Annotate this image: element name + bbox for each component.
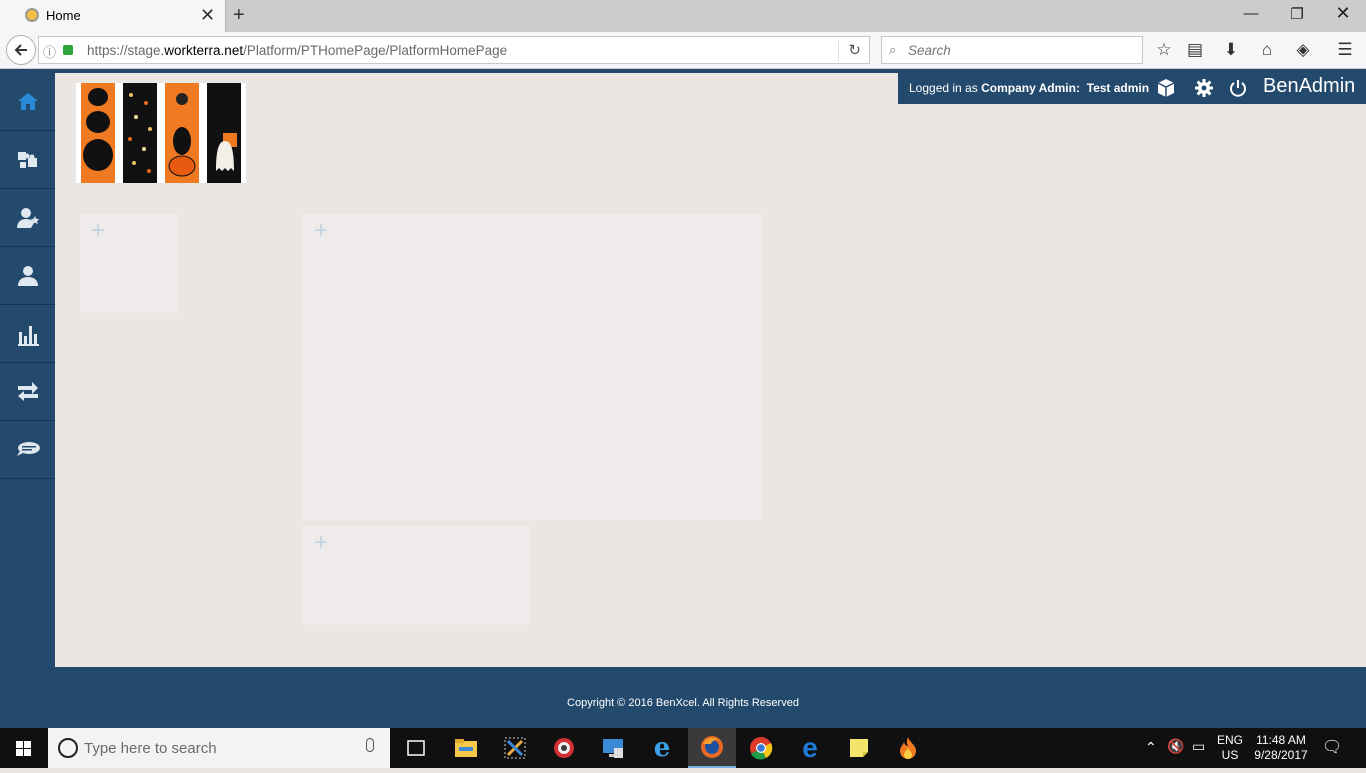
user-icon (17, 265, 38, 286)
add-widget-icon[interactable]: + (314, 530, 328, 556)
sidebar-item-admin-users[interactable] (0, 189, 55, 247)
windows-logo-icon (16, 741, 31, 756)
app-footer: Copyright © 2016 BenXcel. All Rights Res… (0, 667, 1366, 728)
package-icon[interactable] (1155, 77, 1177, 99)
file-explorer-icon[interactable] (442, 728, 490, 768)
browser-tab-strip: Home ✕ + — ❐ ✕ (0, 0, 1366, 32)
add-widget-icon[interactable]: + (314, 218, 328, 244)
start-button[interactable] (0, 728, 48, 768)
address-bar[interactable]: ⓘ https://stage.workterra.net/Platform/P… (38, 36, 870, 64)
tools-app-icon[interactable] (491, 728, 539, 768)
sidebar-item-transfers[interactable] (0, 363, 55, 421)
halloween-bookmarks-graphic (81, 83, 241, 183)
sidebar-item-employees[interactable] (0, 247, 55, 305)
bookmark-star-icon[interactable]: ☆ (1152, 40, 1176, 60)
microphone-icon[interactable] (366, 738, 374, 752)
taskbar-search-box[interactable]: Type here to search (48, 728, 390, 768)
clock[interactable]: 11:48 AM 9/28/2017 (1250, 733, 1312, 763)
widget-slot-medium[interactable]: + (303, 526, 529, 625)
sidebar-item-messages[interactable] (0, 421, 55, 479)
search-icon: ⌕ (889, 42, 897, 57)
back-button[interactable] (6, 35, 36, 65)
minimize-icon[interactable]: — (1228, 5, 1274, 22)
reading-list-icon[interactable]: ▤ (1183, 40, 1207, 60)
region-code: US (1221, 748, 1239, 762)
reload-icon[interactable]: ↻ (848, 41, 861, 59)
user-star-icon (16, 207, 39, 228)
task-view-icon[interactable] (392, 728, 440, 768)
volume-muted-icon[interactable]: 🔇 (1167, 738, 1184, 755)
browser-search-input[interactable] (908, 41, 1128, 59)
home-browser-icon[interactable]: ⌂ (1255, 40, 1279, 60)
browser-search-box[interactable]: ⌕ (881, 36, 1143, 64)
sidebar-item-reports[interactable] (0, 305, 55, 363)
chat-bubble-icon (16, 441, 40, 456)
tray-expand-icon[interactable]: ⌃ (1145, 739, 1157, 756)
app-brand: BenAdmin (1263, 75, 1356, 97)
window-close-icon[interactable]: ✕ (1320, 3, 1366, 24)
widget-slot-small[interactable]: + (80, 214, 179, 313)
gear-icon[interactable] (1193, 77, 1215, 99)
language-code: ENG (1216, 733, 1243, 747)
lock-icon[interactable] (63, 45, 73, 55)
firefox-icon[interactable] (688, 728, 736, 768)
download-icon[interactable]: ⬇ (1219, 40, 1243, 60)
puzzle-icon (17, 151, 37, 168)
site-favicon-icon (25, 8, 39, 22)
cortana-icon (58, 738, 78, 758)
url-separator (838, 41, 839, 61)
sidebar-item-integrations[interactable] (0, 131, 55, 189)
power-icon[interactable] (1227, 77, 1249, 99)
language-indicator[interactable]: ENG US (1214, 733, 1246, 763)
browser-toolbar: ⓘ https://stage.workterra.net/Platform/P… (0, 32, 1366, 69)
copyright-text: Copyright © 2016 BenXcel. All Rights Res… (567, 697, 799, 709)
notifications-icon[interactable]: 🗨 (1322, 737, 1342, 757)
home-icon (17, 92, 38, 110)
restore-icon[interactable]: ❐ (1274, 5, 1320, 23)
sticky-notes-icon[interactable] (835, 728, 883, 768)
widget-slot-large[interactable]: + (303, 214, 763, 520)
add-widget-icon[interactable]: + (91, 218, 105, 244)
pocket-icon[interactable]: ◈ (1291, 40, 1315, 60)
snipping-app-icon[interactable] (540, 728, 588, 768)
transfer-arrows-icon (17, 381, 38, 401)
browser-tab[interactable]: Home ✕ (0, 0, 226, 32)
remote-desktop-icon[interactable] (589, 728, 637, 768)
site-info-icon[interactable]: ⓘ (43, 42, 56, 61)
halloween-bookmarks-image (76, 83, 246, 183)
tab-close-icon[interactable]: ✕ (200, 5, 215, 26)
clock-date: 9/28/2017 (1254, 748, 1308, 762)
sidebar-item-home[interactable] (0, 73, 55, 131)
edge-icon[interactable]: e (786, 728, 834, 768)
login-status: Logged in as Company Admin: Test admin (909, 81, 1150, 95)
network-icon[interactable]: ▭ (1192, 738, 1205, 755)
arrow-left-icon (14, 44, 27, 56)
app-sidebar (0, 73, 55, 667)
dashboard-area: + + + (55, 73, 1366, 667)
user-panel: Logged in as Company Admin: Test admin B… (898, 73, 1366, 104)
windows-taskbar: Type here to search e e ⌃ 🔇 ▭ ENG US 11:… (0, 728, 1366, 768)
new-tab-icon[interactable]: + (233, 4, 245, 27)
chrome-icon[interactable] (737, 728, 785, 768)
tab-title: Home (46, 8, 81, 23)
internet-explorer-icon[interactable]: e (638, 728, 686, 768)
clock-time: 11:48 AM (1256, 733, 1306, 747)
flame-app-icon[interactable] (884, 728, 932, 768)
bar-chart-icon (17, 325, 39, 346)
taskbar-search-placeholder[interactable]: Type here to search (84, 740, 217, 757)
url-text[interactable]: https://stage.workterra.net/Platform/PTH… (87, 43, 507, 58)
menu-hamburger-icon[interactable]: ☰ (1333, 40, 1357, 60)
